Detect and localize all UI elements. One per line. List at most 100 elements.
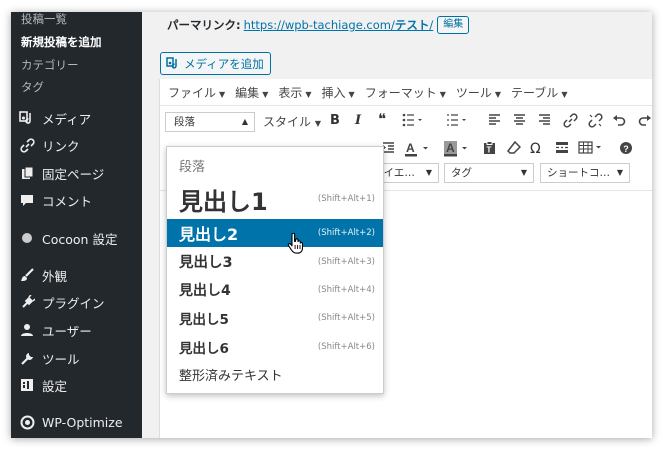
sidebar-item-tools[interactable]: ツール	[11, 345, 142, 371]
background-color-button[interactable]: A	[444, 141, 470, 161]
table-icon[interactable]	[578, 141, 604, 159]
sidebar-item-label: ユーザー	[42, 323, 92, 339]
submenu-categories[interactable]: カテゴリー	[21, 57, 79, 73]
format-option-heading-2[interactable]: 見出し2 (Shift+Alt+2)	[167, 219, 383, 247]
page-icon	[19, 165, 35, 181]
format-option-label: 見出し5	[179, 311, 229, 328]
format-select[interactable]: 段落 ▲	[165, 112, 255, 132]
menu-table[interactable]: テーブル ▼	[511, 84, 567, 101]
chevron-down-icon: ▼	[439, 89, 446, 99]
submenu-add-new-post[interactable]: 新規投稿を追加	[21, 34, 102, 50]
permalink-url-base: https://wpb-tachiage.com/	[243, 18, 395, 32]
submenu-all-posts[interactable]: 投稿一覧	[21, 12, 67, 27]
sidebar-item-plugins[interactable]: プラグイン	[11, 289, 142, 315]
menu-view[interactable]: 表示 ▼	[278, 84, 311, 101]
shortcode-select[interactable]: ショートコ… ▼	[540, 163, 630, 183]
user-icon	[19, 322, 35, 338]
help-icon[interactable]: ?	[619, 141, 633, 159]
hand-pointer-icon	[287, 233, 303, 254]
redo-icon[interactable]	[638, 113, 652, 130]
sidebar-item-label: Cocoon 設定	[42, 231, 118, 247]
chevron-down-icon: ▼	[494, 89, 502, 99]
menu-view-label: 表示	[278, 85, 303, 100]
menu-edit[interactable]: 編集 ▼	[235, 84, 268, 101]
unlink-icon[interactable]	[588, 113, 603, 132]
chevron-down-icon: ▼	[348, 89, 355, 99]
menu-file-label: ファイル	[168, 85, 217, 100]
format-option-heading-5[interactable]: 見出し5 (Shift+Alt+5)	[167, 304, 383, 331]
permalink-edit-button[interactable]: 編集	[437, 16, 470, 34]
blockquote-icon[interactable]: ❝	[378, 110, 386, 128]
tag-select[interactable]: タグ ▼	[444, 163, 534, 183]
sidebar-item-cocoon-settings[interactable]: Cocoon 設定	[11, 225, 142, 251]
format-option-heading-1[interactable]: 見出し1 (Shift+Alt+1)	[167, 179, 383, 219]
sidebar-item-settings[interactable]: 設定	[11, 372, 142, 398]
permalink-link[interactable]: https://wpb-tachiage.com/テスト/	[244, 17, 434, 33]
sidebar-item-wp-optimize[interactable]: WP-Optimize	[11, 409, 142, 435]
format-option-label: 見出し2	[179, 225, 239, 244]
format-option-shortcut: (Shift+Alt+5)	[317, 312, 375, 323]
paste-text-icon[interactable]: T	[483, 141, 496, 159]
bold-button[interactable]: B	[330, 113, 340, 128]
clear-formatting-icon[interactable]	[507, 140, 522, 159]
sidebar-item-label: メディア	[42, 111, 92, 127]
sidebar-item-label: WP-Optimize	[42, 414, 123, 430]
style-select-label: スタイル	[263, 115, 312, 129]
format-option-shortcut: (Shift+Alt+4)	[317, 284, 375, 295]
sidebar-item-appearance[interactable]: 外観	[11, 262, 142, 288]
insert-link-icon[interactable]	[563, 113, 578, 132]
undo-icon[interactable]	[612, 113, 626, 130]
plugin-icon	[19, 294, 35, 310]
media-icon	[19, 110, 35, 126]
permalink-slug: テスト	[394, 18, 430, 32]
format-option-label: 段落	[179, 159, 206, 175]
add-media-label: メディアを追加	[184, 56, 264, 71]
menu-tools[interactable]: ツール ▼	[456, 84, 501, 101]
numbered-list-icon[interactable]	[446, 113, 468, 131]
format-option-heading-6[interactable]: 見出し6 (Shift+Alt+6)	[167, 333, 383, 360]
format-option-shortcut: (Shift+Alt+2)	[317, 228, 375, 238]
chevron-down-icon: ▼	[520, 168, 527, 177]
chevron-down-icon: ▼	[561, 89, 568, 99]
sidebar-item-links[interactable]: リンク	[11, 132, 142, 158]
sidebar-item-label: 固定ページ	[42, 166, 105, 182]
sidebar-item-label: 設定	[42, 378, 68, 394]
text-color-button[interactable]: A	[405, 141, 431, 161]
sidebar-item-comments[interactable]: コメント	[11, 187, 142, 213]
bullet-list-icon[interactable]	[402, 113, 424, 131]
align-right-icon[interactable]	[538, 113, 551, 130]
format-option-heading-4[interactable]: 見出し4 (Shift+Alt+4)	[167, 276, 383, 303]
chevron-down-icon: ▼	[314, 119, 321, 128]
format-option-shortcut: (Shift+Alt+1)	[317, 194, 375, 204]
sidebar-item-pages[interactable]: 固定ページ	[11, 160, 142, 186]
sidebar-item-users[interactable]: ユーザー	[11, 317, 142, 343]
format-option-label: 見出し4	[179, 282, 231, 299]
submenu-tags[interactable]: タグ	[21, 79, 44, 95]
menu-file[interactable]: ファイル ▼	[168, 84, 225, 101]
sidebar-item-media[interactable]: メディア	[11, 105, 142, 131]
svg-text:T: T	[487, 146, 492, 155]
permalink-row: パーマリンク: https://wpb-tachiage.com/テスト/ 編集	[167, 16, 470, 34]
permalink-label: パーマリンク:	[167, 18, 241, 32]
align-center-icon[interactable]	[513, 113, 526, 130]
style-select[interactable]: スタイル ▼	[263, 113, 321, 130]
chevron-down-icon: ▼	[616, 168, 623, 177]
format-option-paragraph[interactable]: 段落	[167, 153, 383, 177]
sidebar-item-label: ツール	[42, 351, 80, 367]
italic-button[interactable]: I	[355, 113, 361, 128]
wp-admin-window: 投稿一覧 新規投稿を追加 カテゴリー タグ メディア リンク 固定ページ コメン…	[11, 12, 652, 438]
special-character-icon[interactable]: Ω	[530, 141, 541, 157]
read-more-icon[interactable]	[555, 141, 569, 158]
add-media-button[interactable]: メディアを追加	[160, 52, 271, 75]
menu-tools-label: ツール	[455, 85, 492, 100]
format-option-preformatted[interactable]: 整形済みテキスト	[167, 361, 383, 387]
format-option-heading-3[interactable]: 見出し3 (Shift+Alt+3)	[167, 248, 383, 275]
menu-format[interactable]: フォーマット ▼	[365, 84, 446, 101]
menu-format-label: フォーマット	[364, 85, 437, 100]
tag-select-value: タグ	[451, 167, 472, 179]
chevron-down-icon: ▼	[219, 89, 226, 99]
menu-insert[interactable]: 挿入 ▼	[322, 84, 355, 101]
align-left-icon[interactable]	[488, 113, 501, 130]
menu-edit-label: 編集	[235, 85, 260, 100]
format-option-shortcut: (Shift+Alt+3)	[317, 256, 375, 267]
